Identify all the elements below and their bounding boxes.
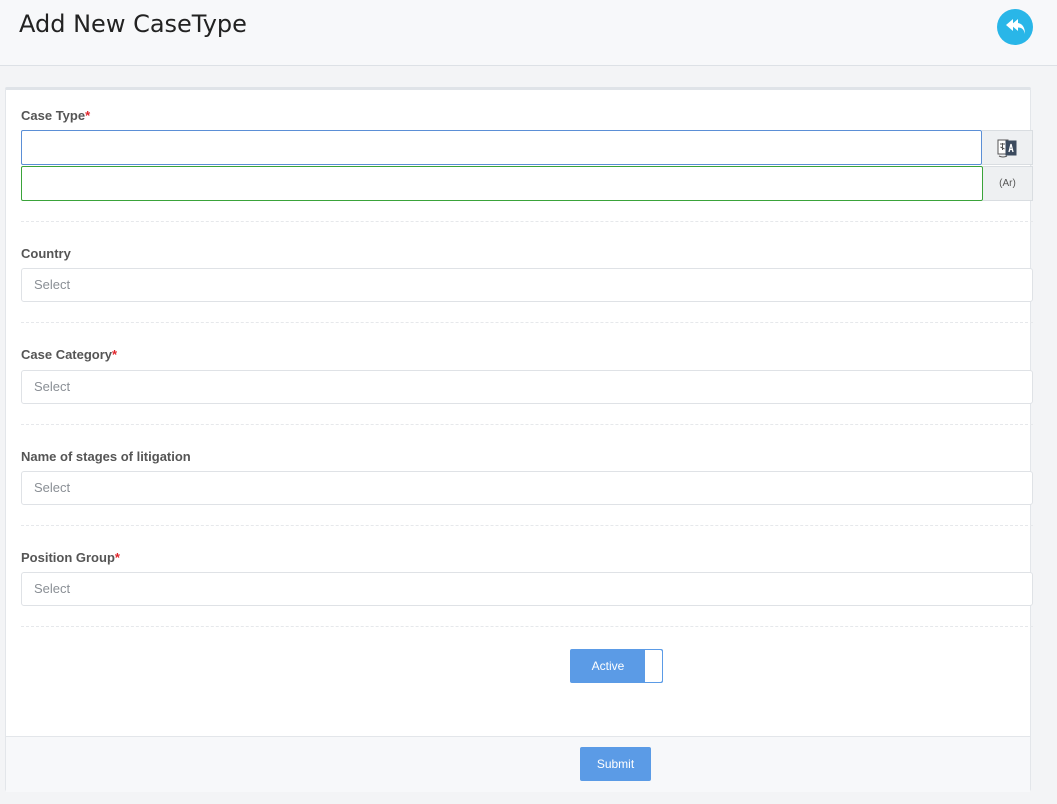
active-toggle[interactable]: Active [570, 649, 663, 683]
divider [21, 221, 1033, 222]
divider [21, 322, 1033, 323]
active-toggle-label: Active [591, 659, 625, 673]
page-header: Add New CaseType [0, 0, 1057, 66]
position-group-label: Position Group* [21, 550, 120, 565]
case-type-ar-input[interactable] [21, 166, 983, 201]
translate-icon [997, 139, 1017, 157]
required-mark: * [114, 550, 120, 565]
divider [21, 626, 1033, 627]
country-label: Country [21, 246, 71, 261]
case-type-ar-row: (Ar) [21, 166, 1033, 201]
arabic-addon: (Ar) [983, 166, 1033, 201]
case-type-label: Case Type* [21, 108, 90, 123]
translate-button[interactable] [982, 130, 1033, 165]
divider [21, 525, 1033, 526]
case-category-label-text: Case Category [21, 347, 113, 362]
divider [21, 424, 1033, 425]
back-button[interactable] [997, 9, 1033, 45]
position-group-select[interactable]: Select [21, 572, 1033, 606]
submit-button[interactable]: Submit [580, 747, 651, 781]
position-group-label-text: Position Group [21, 550, 115, 565]
case-category-label: Case Category* [21, 347, 117, 362]
form-card: Case Type* (Ar) Country Select Case Cate… [5, 87, 1033, 792]
required-mark: * [85, 108, 91, 123]
stages-select[interactable]: Select [21, 471, 1033, 505]
case-type-en-input[interactable] [21, 130, 982, 165]
country-select[interactable]: Select [21, 268, 1033, 302]
case-type-label-text: Case Type [21, 108, 86, 123]
required-mark: * [112, 347, 118, 362]
card-footer: Submit [6, 736, 1030, 792]
reply-all-icon [1006, 19, 1025, 34]
page-title: Add New CaseType [19, 10, 247, 38]
case-category-select[interactable]: Select [21, 370, 1033, 404]
case-type-en-row [21, 130, 1033, 165]
stages-label: Name of stages of litigation [21, 449, 191, 464]
toggle-knob [645, 650, 662, 682]
